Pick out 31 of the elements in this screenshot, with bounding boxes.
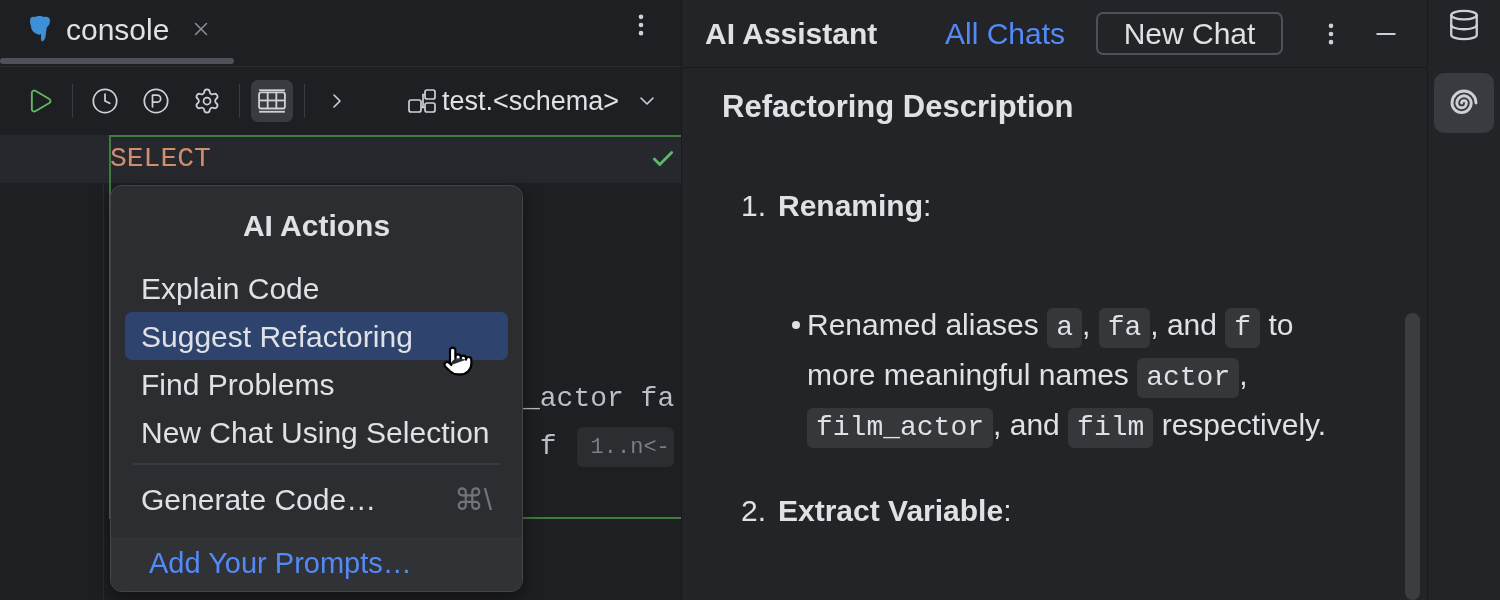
new-chat-button[interactable]: New Chat (1096, 12, 1283, 55)
step-heading: 1. Renaming: (741, 187, 933, 224)
popup-title: AI Actions (242, 207, 391, 244)
menu-item[interactable]: Explain Code (125, 264, 508, 312)
code-text: _actor fa (523, 382, 675, 416)
ai-tool-button[interactable] (1434, 73, 1494, 133)
inlay-hint: 1..n<- (576, 427, 674, 467)
schema-selector[interactable]: test.<schema> (408, 80, 660, 122)
editor-tab[interactable]: console (0, 0, 234, 64)
code-text: SELECT (110, 142, 211, 176)
bullet-icon (792, 321, 800, 329)
all-chats-link[interactable]: All Chats (945, 11, 1096, 56)
bullet-text: Renamed aliases a , fa , and f to more meaningful names actor , film_actor , and film respectively. (807, 300, 1367, 450)
p-circle-icon (142, 87, 170, 115)
menu-item[interactable]: Generate Code… ⌘\ (125, 475, 508, 523)
code-text: f (538, 430, 557, 464)
menu-item[interactable]: Suggest Refactoring (125, 312, 508, 360)
panel-title: AI Assistant (705, 16, 879, 52)
menu-item[interactable]: Find Problems (125, 360, 508, 408)
elephant-icon (28, 15, 52, 43)
menu-item[interactable]: New Chat Using Selection (125, 408, 508, 456)
schema-icon (408, 89, 436, 113)
table-view-button[interactable] (251, 80, 293, 122)
scrollbar[interactable] (1405, 313, 1420, 600)
clock-icon (91, 87, 119, 115)
section-heading: Refactoring Description (722, 87, 1075, 126)
add-prompts-link[interactable]: Add Your Prompts… (149, 542, 412, 586)
table-icon (258, 89, 286, 113)
step-heading: 2. Extract Variable: (741, 492, 1013, 529)
settings-icon (193, 87, 221, 115)
database-icon (1447, 8, 1481, 42)
